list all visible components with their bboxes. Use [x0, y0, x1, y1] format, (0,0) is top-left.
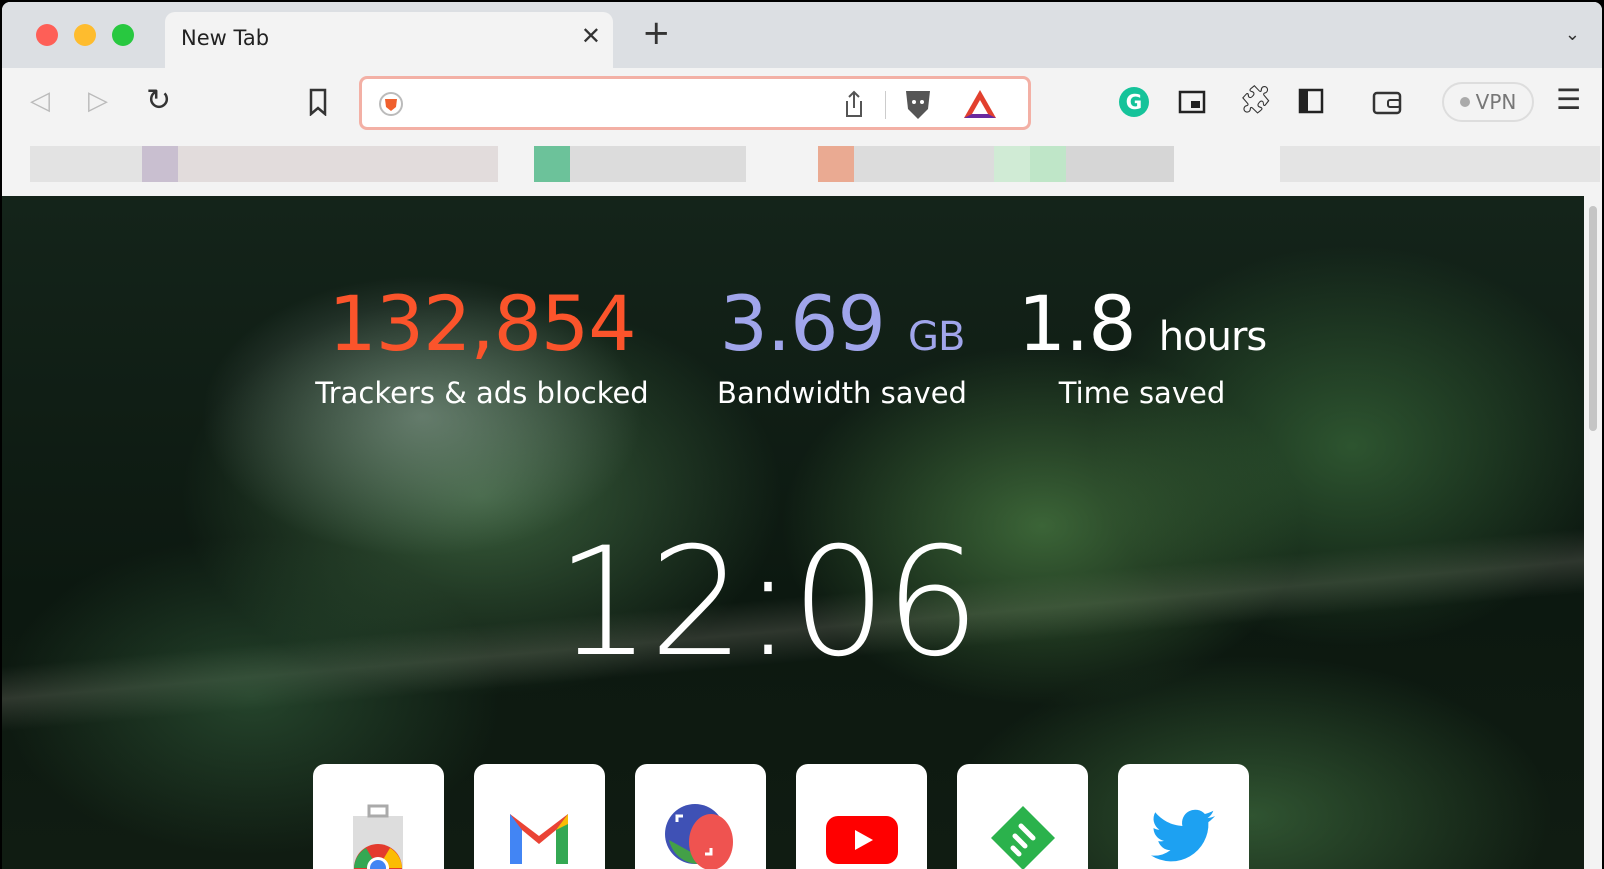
- address-bar[interactable]: [359, 76, 1031, 130]
- sidebar-icon[interactable]: [1298, 88, 1324, 114]
- tab-list-chevron-down-icon[interactable]: ⌄: [1565, 24, 1580, 45]
- stat-unit: hours: [1158, 314, 1267, 360]
- top-site-translate[interactable]: [635, 764, 766, 869]
- picture-in-picture-icon[interactable]: [1178, 90, 1206, 114]
- brave-rewards-icon[interactable]: [962, 87, 998, 121]
- top-site-youtube[interactable]: [796, 764, 927, 869]
- forward-icon[interactable]: ▷: [88, 88, 108, 114]
- site-shield-icon[interactable]: [378, 91, 404, 117]
- stat-value: 132,854: [328, 279, 636, 368]
- stat-unit: GB: [907, 314, 965, 360]
- stat-label: Bandwidth saved: [717, 376, 967, 410]
- scrollbar-thumb[interactable]: [1589, 206, 1597, 431]
- wallet-icon[interactable]: [1372, 89, 1402, 115]
- tab-bar: New Tab ✕ + ⌄: [2, 2, 1602, 70]
- extensions-puzzle-icon[interactable]: 🧩︎: [1238, 86, 1274, 114]
- vpn-label: VPN: [1475, 90, 1517, 114]
- close-window-button[interactable]: [36, 24, 58, 46]
- youtube-icon: [826, 816, 898, 864]
- menu-icon[interactable]: ☰: [1556, 86, 1581, 114]
- share-icon[interactable]: [842, 89, 866, 119]
- bookmark-icon[interactable]: [308, 88, 328, 116]
- browser-window: New Tab ✕ + ⌄ ◁ ▷ ↻ G 🧩︎ VPN ☰ 132,854 T…: [2, 2, 1602, 869]
- top-site-twitter[interactable]: [1118, 764, 1249, 869]
- divider: [885, 91, 886, 119]
- translate-icon: [665, 804, 733, 869]
- gmail-icon: [510, 814, 568, 864]
- grammarly-icon[interactable]: G: [1118, 86, 1150, 118]
- tab-title: New Tab: [181, 26, 270, 50]
- reload-icon[interactable]: ↻: [146, 86, 171, 116]
- top-site-chrome-web-store[interactable]: [313, 764, 444, 869]
- zoom-window-button[interactable]: [112, 24, 134, 46]
- stat-label: Time saved: [1058, 376, 1226, 410]
- vpn-button[interactable]: VPN: [1442, 82, 1534, 122]
- twitter-icon: [1150, 809, 1216, 862]
- vpn-status-dot: [1459, 97, 1470, 107]
- new-tab-button[interactable]: +: [642, 16, 671, 50]
- toolbar: ◁ ▷ ↻ G 🧩︎ VPN ☰: [2, 68, 1602, 196]
- svg-text:G: G: [1126, 90, 1142, 114]
- feedly-icon: [991, 806, 1055, 869]
- back-icon[interactable]: ◁: [30, 88, 50, 114]
- new-tab-background: 132,854 Trackers & ads blocked 3.69 GB B…: [2, 196, 1584, 869]
- top-site-gmail[interactable]: [474, 764, 605, 869]
- scrollbar[interactable]: [1584, 196, 1602, 869]
- tab-new-tab[interactable]: New Tab ✕: [165, 12, 613, 70]
- top-site-feedly[interactable]: [957, 764, 1088, 869]
- minimize-window-button[interactable]: [74, 24, 96, 46]
- stat-value: 1.8: [1017, 279, 1137, 368]
- tab-close-icon[interactable]: ✕: [581, 22, 601, 50]
- stat-value: 3.69: [719, 279, 886, 368]
- stat-trackers-blocked: 132,854 Trackers & ads blocked: [292, 279, 672, 411]
- stat-bandwidth-saved: 3.69 GB Bandwidth saved: [702, 286, 982, 411]
- stat-time-saved: 1.8 hours Time saved: [1012, 286, 1272, 411]
- brave-shields-icon[interactable]: [902, 87, 934, 121]
- stat-label: Trackers & ads blocked: [315, 376, 649, 410]
- chrome-web-store-icon: [353, 804, 403, 869]
- clock: 12:06: [555, 516, 980, 690]
